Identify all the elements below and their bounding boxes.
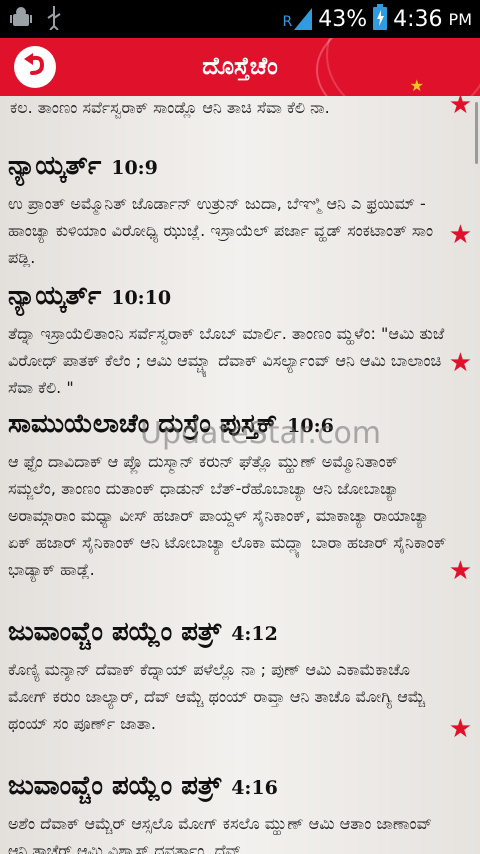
- battery-percent: 43%: [318, 6, 368, 32]
- verse-reference: ನ್ಯಾಯ್ಕರ್ತ್ 10:10: [8, 280, 448, 314]
- signal-icon: R: [283, 8, 313, 30]
- android-debug-icon: [10, 6, 32, 34]
- chapter-verse: 10:10: [111, 287, 172, 309]
- usb-icon: [46, 6, 62, 34]
- chapter-verse: 10:9: [111, 157, 158, 179]
- verse-list[interactable]: ಕಲ. ತಾಂಣಂ ಸರ್ವೆಸ್ವರಾಕ್ ಸಾಂಡ್ಲೊ ಆನಿ ತಾಚಿ …: [0, 96, 480, 854]
- page-title: ದೊಸ್ತೆಚೆಂ: [202, 52, 278, 80]
- book-name: ನ್ಯಾಯ್ಕರ್ತ್: [8, 151, 102, 181]
- verse-text: ಅಶೆಂ ದೆವಾಕ್ ಆಮ್ಚೆರ್ ಆಸ್ಸಲೊ ಮೋಗ್ ಕಸಲೊ ಮ್ಹ…: [8, 814, 433, 854]
- app-bar: ದೊಸ್ತೆಚೆಂ ★: [0, 38, 480, 96]
- clock-time: 4:36: [393, 6, 443, 32]
- favorite-star-icon[interactable]: ★: [449, 716, 472, 742]
- verse-text: ಆ ಫ್ಟೆಂ ದಾವಿದಾಕ್ ಆ ಪ್ಲೊ ದುಸ್ಮಾನ್ ಕರುನ್ ಘ…: [8, 452, 447, 579]
- verse-reference: ಜುವಾಂವ್ಚೆಂ ಪಯ್ಲೆಂ ಪತ್ರ್ 4:16: [8, 770, 448, 804]
- header-star-icon: ★: [409, 76, 424, 95]
- scrollbar[interactable]: [475, 102, 478, 164]
- favorite-star-icon[interactable]: ★: [449, 350, 472, 376]
- list-item[interactable]: ನ್ಯಾಯ್ಕರ್ತ್ 10:10 ತೆದ್ನಾ ಇಸ್ರಾಯೆಲಿತಾಂನಿ ಸ…: [8, 280, 448, 401]
- watermark: UpdateStar.com: [140, 416, 382, 451]
- list-item[interactable]: ಜುವಾಂವ್ಚೆಂ ಪಯ್ಲೆಂ ಪತ್ರ್ 4:16 ಅಶೆಂ ದೆವಾಕ್ …: [8, 770, 448, 854]
- verse-reference: ನ್ಯಾಯ್ಕರ್ತ್ 10:9: [8, 150, 448, 184]
- verse-text: ಉ ಪ್ರಾಂತ್ ಅಮ್ಮೊನಿತ್ ಜೊರ್ಡಾನ್ ಉತ್ರುನ್ ಜುದ…: [8, 194, 434, 267]
- verse-text: ಕೊಣ್ಯಿ ಮನ್ಶಾನ್ ದೆವಾಕ್ ಕೆದ್ನಾಯ್ ಪಳೆಲ್ಲೊ ನ…: [8, 660, 426, 733]
- book-name: ಜುವಾಂವ್ಚೆಂ ಪಯ್ಲೆಂ ಪತ್ರ್: [8, 617, 222, 647]
- verse-text: ತೆದ್ನಾ ಇಸ್ರಾಯೆಲಿತಾಂನಿ ಸರ್ವೆಸ್ವರಾಕ್ ಬೊಬ್ …: [8, 324, 445, 397]
- favorite-star-icon[interactable]: ★: [449, 222, 472, 248]
- book-name: ನ್ಯಾಯ್ಕರ್ತ್: [8, 281, 102, 311]
- list-item[interactable]: ಜುವಾಂವ್ಚೆಂ ಪಯ್ಲೆಂ ಪತ್ರ್ 4:12 ಕೊಣ್ಯಿ ಮನ್ಶಾ…: [8, 616, 448, 737]
- chapter-verse: 4:12: [231, 623, 278, 645]
- verse-fragment: ಕಲ. ತಾಂಣಂ ಸರ್ವೆಸ್ವರಾಕ್ ಸಾಂಡ್ಲೊ ಆನಿ ತಾಚಿ …: [10, 98, 330, 117]
- verse-reference: ಜುವಾಂವ್ಚೆಂ ಪಯ್ಲೆಂ ಪತ್ರ್ 4:12: [8, 616, 448, 650]
- clock-ampm: PM: [448, 9, 472, 29]
- chapter-verse: 4:16: [231, 777, 278, 799]
- book-name: ಜುವಾಂವ್ಚೆಂ ಪಯ್ಲೆಂ ಪತ್ರ್: [8, 771, 222, 801]
- list-item[interactable]: ನ್ಯಾಯ್ಕರ್ತ್ 10:9 ಉ ಪ್ರಾಂತ್ ಅಮ್ಮೊನಿತ್ ಜೊರ್…: [8, 150, 448, 271]
- favorite-star-icon[interactable]: ★: [449, 558, 472, 584]
- status-bar: R 43% 4:36 PM: [0, 0, 480, 38]
- favorite-star-icon[interactable]: ★: [449, 96, 472, 118]
- battery-icon: [373, 4, 388, 34]
- roaming-indicator: R: [282, 14, 293, 30]
